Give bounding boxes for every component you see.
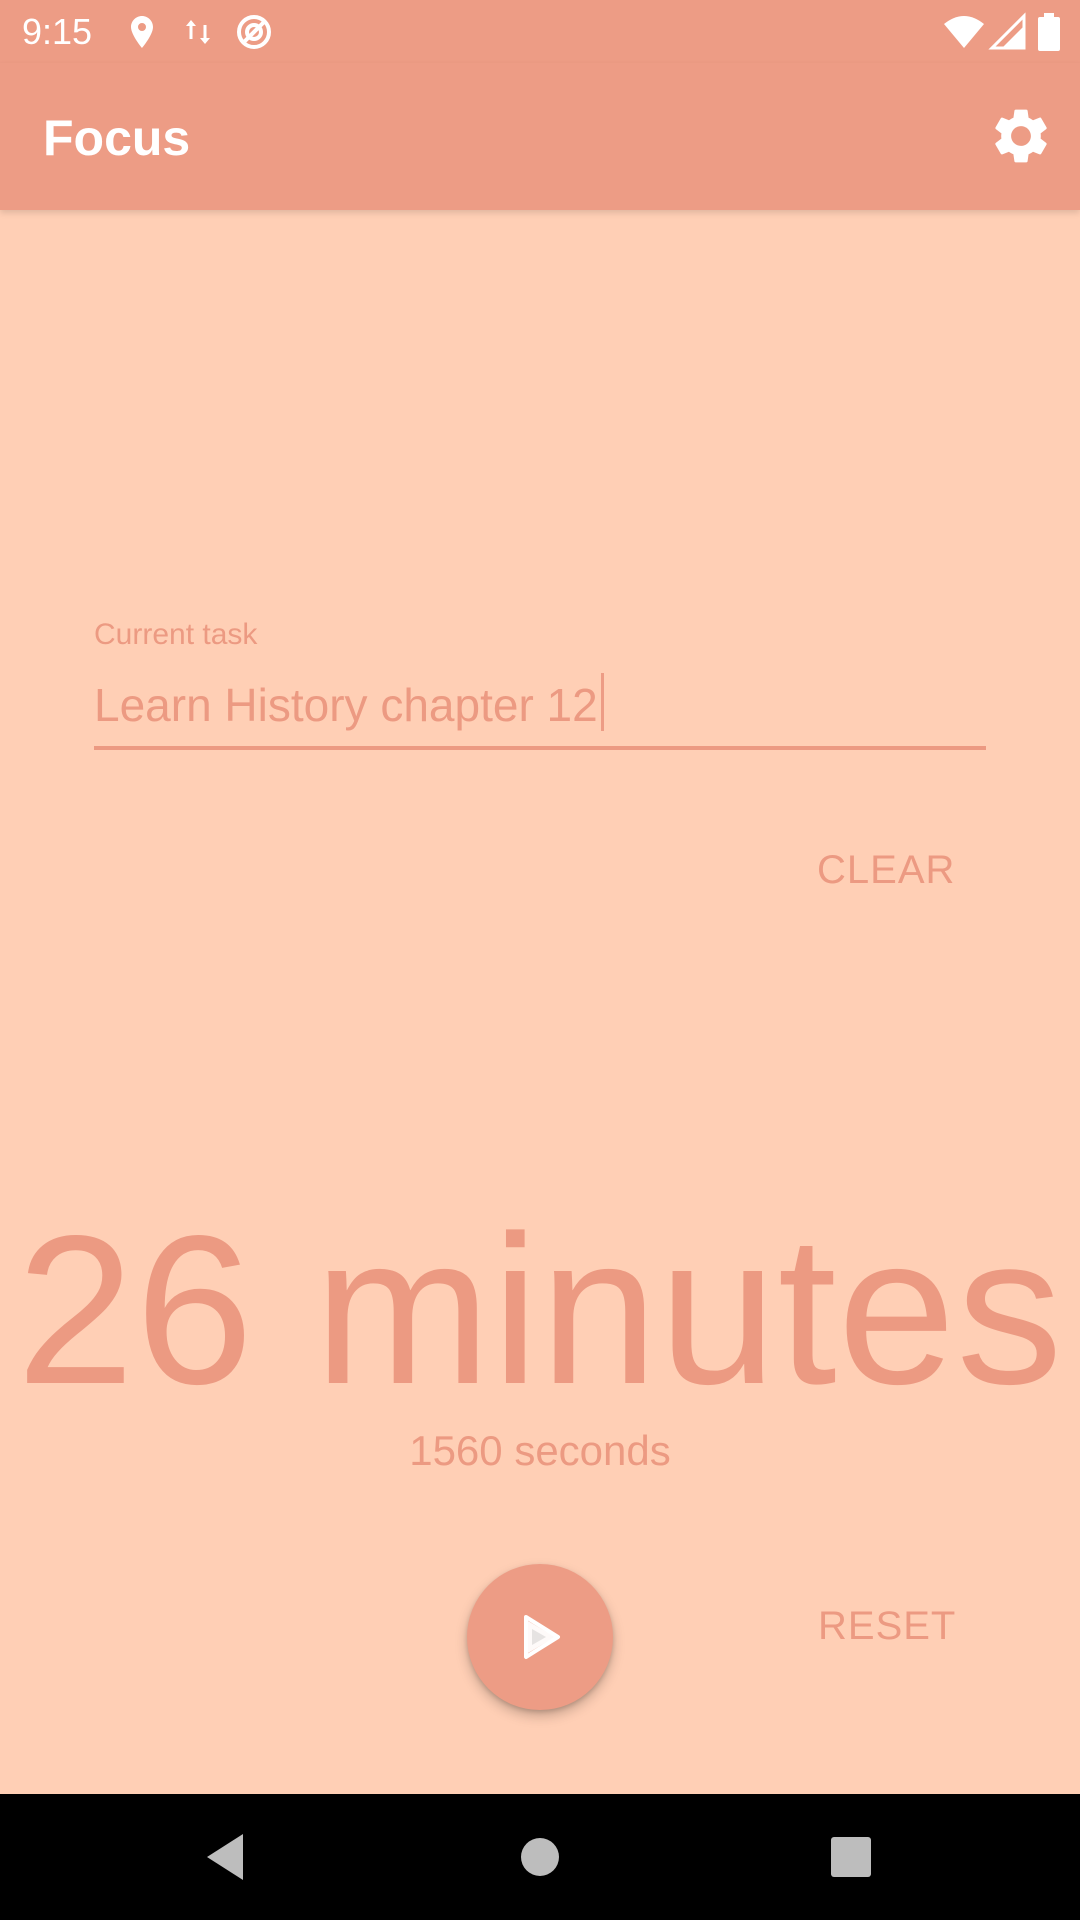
app-title: Focus [43,110,191,166]
do-not-disturb-icon [237,15,271,49]
battery-icon [1038,13,1060,51]
reset-button[interactable]: RESET [818,1602,956,1650]
task-input[interactable]: Learn History chapter 12 [94,670,986,750]
navigation-bar [0,1794,1080,1920]
home-icon[interactable] [507,1824,573,1890]
timer-seconds: 1560 seconds [409,1427,671,1474]
play-icon [524,1615,560,1659]
location-icon [131,16,153,48]
recents-icon[interactable] [818,1824,884,1890]
app-bar: Focus [0,63,1080,210]
back-icon[interactable] [193,1824,259,1890]
status-time: 9:15 [22,11,93,52]
status-bar: 9:15 [0,0,1080,63]
wifi-icon [944,16,984,48]
settings-button[interactable] [988,103,1054,169]
timer-minutes: 26 minutes [16,1191,1064,1428]
data-transfer-icon [186,20,210,44]
clear-button[interactable]: CLEAR [817,846,955,894]
task-input-value: Learn History chapter 12 [94,679,598,731]
task-input-text[interactable]: Learn History chapter 12 [94,670,986,742]
play-button[interactable] [467,1564,613,1710]
cell-signal-icon [988,12,1026,50]
task-label: Current task [94,618,258,651]
text-cursor [600,673,604,731]
gear-icon [995,109,1047,163]
